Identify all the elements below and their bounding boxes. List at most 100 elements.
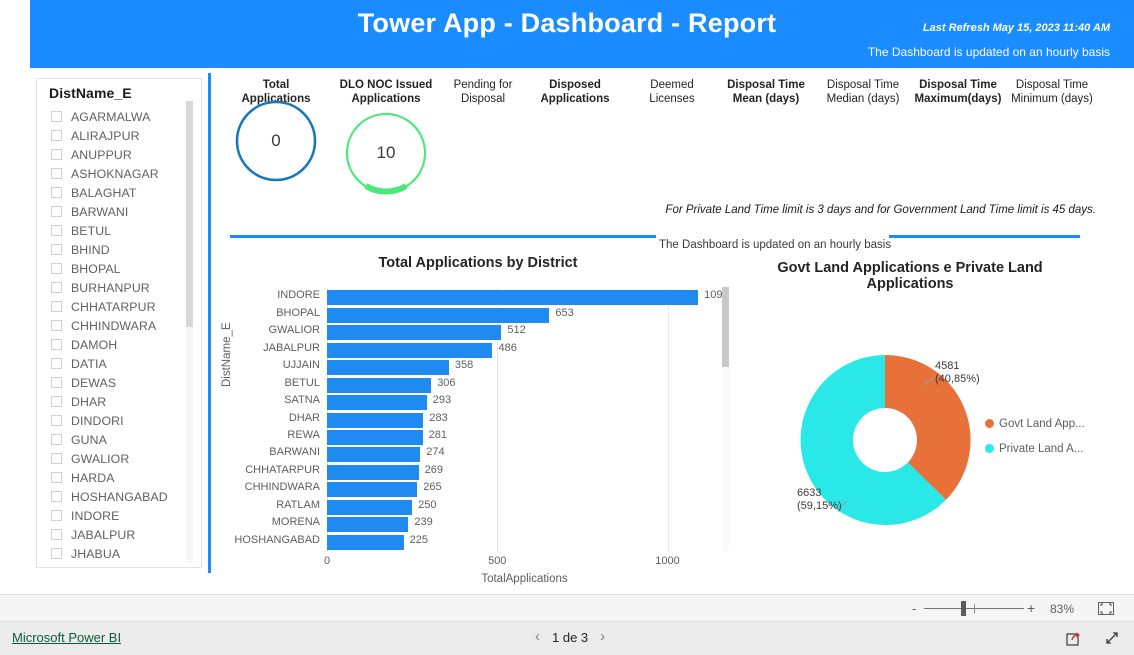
slicer-checkbox[interactable] (51, 548, 62, 559)
slicer-checkbox[interactable] (51, 339, 62, 350)
slicer-item[interactable]: HARDA (37, 468, 201, 487)
fullscreen-icon[interactable] (1104, 630, 1120, 646)
bar[interactable] (327, 447, 421, 463)
fit-to-page-icon[interactable] (1098, 602, 1114, 615)
bar[interactable] (327, 290, 699, 306)
bar[interactable] (327, 412, 424, 428)
slicer-item[interactable]: GUNA (37, 430, 201, 449)
kpi-gauge[interactable]: 10 (343, 110, 429, 196)
bar-chart-row[interactable]: DHAR 283 (289, 412, 722, 428)
zoom-out-button[interactable]: - (912, 601, 916, 616)
slicer-item[interactable]: BURHANPUR (37, 278, 201, 297)
bar-chart-row[interactable]: CHHATARPUR 269 (245, 464, 722, 480)
slicer-checkbox[interactable] (51, 225, 62, 236)
total-applications-by-district-chart[interactable]: Total Applications by District DistName_… (221, 255, 731, 593)
slicer-checkbox[interactable] (51, 529, 62, 540)
slicer-item[interactable]: DEWAS (37, 373, 201, 392)
bar-chart-row[interactable]: UJJAIN 358 (283, 359, 722, 376)
bar-chart-row[interactable]: BARWANI 274 (269, 446, 722, 463)
bar-chart-row[interactable]: GWALIOR 512 (268, 324, 722, 341)
next-page-button[interactable]: › (600, 628, 605, 646)
bar[interactable] (327, 499, 413, 515)
bar[interactable] (327, 360, 449, 376)
slicer-item[interactable]: ANUPPUR (37, 145, 201, 164)
bar[interactable] (327, 517, 409, 533)
govt-vs-private-land-chart[interactable]: Govt Land Applications e Private Land Ap… (735, 255, 1125, 555)
slicer-item[interactable]: BARWANI (37, 202, 201, 221)
share-icon[interactable] (1066, 630, 1082, 646)
slicer-item[interactable]: JHABUA (37, 544, 201, 563)
slicer-checkbox[interactable] (51, 301, 62, 312)
bar[interactable] (327, 325, 502, 341)
bar[interactable] (327, 377, 432, 393)
bar-chart-row[interactable]: CHHINDWARA 265 (245, 481, 722, 498)
slicer-checkbox[interactable] (51, 434, 62, 445)
bar[interactable] (327, 307, 550, 323)
bar-chart-row[interactable]: MORENA 239 (272, 516, 722, 533)
slicer-checkbox[interactable] (51, 320, 62, 331)
bar-chart-row[interactable]: BETUL 306 (285, 377, 722, 393)
slicer-checkbox[interactable] (51, 396, 62, 407)
slicer-item[interactable]: INDORE (37, 506, 201, 525)
slicer-item[interactable]: BALAGHAT (37, 183, 201, 202)
bar[interactable] (327, 464, 419, 480)
slicer-checkbox[interactable] (51, 415, 62, 426)
legend-item[interactable]: Govt Land App... (985, 411, 1085, 436)
microsoft-power-bi-link[interactable]: Microsoft Power BI (12, 630, 121, 645)
bar[interactable] (327, 395, 427, 411)
legend-item[interactable]: Private Land A... (985, 436, 1085, 461)
slicer-checkbox[interactable] (51, 244, 62, 255)
slicer-checkbox[interactable] (51, 168, 62, 179)
bar[interactable] (327, 534, 404, 550)
bar-chart-row[interactable]: REWA 281 (287, 429, 722, 445)
zoom-slider-thumb[interactable] (961, 601, 966, 616)
bar-chart-row[interactable]: BHOPAL 653 (276, 307, 722, 323)
slicer-checkbox[interactable] (51, 187, 62, 198)
slicer-checkbox[interactable] (51, 358, 62, 369)
slicer-item[interactable]: CHHATARPUR (37, 297, 201, 316)
slicer-item[interactable]: DINDORI (37, 411, 201, 430)
slicer-item[interactable]: DAMOH (37, 335, 201, 354)
slicer-checkbox[interactable] (51, 263, 62, 274)
bar-chart-scrollbar-thumb[interactable] (722, 287, 729, 367)
bar-chart-row[interactable]: RATLAM 250 (276, 499, 722, 515)
slicer-checkbox[interactable] (51, 111, 62, 122)
slicer-checkbox[interactable] (51, 149, 62, 160)
slicer-item[interactable]: CHHINDWARA (37, 316, 201, 335)
slicer-item[interactable]: GWALIOR (37, 449, 201, 468)
slicer-checkbox[interactable] (51, 510, 62, 521)
bar[interactable] (327, 429, 423, 445)
previous-page-button[interactable]: ‹ (535, 628, 540, 646)
bar-chart-row[interactable]: SATNA 293 (284, 394, 722, 411)
bar-category-label: GWALIOR (268, 324, 320, 337)
slicer-checkbox[interactable] (51, 377, 62, 388)
bar-chart-row[interactable]: INDORE 1090 (277, 289, 729, 306)
page-navigator[interactable]: ‹ 1 de 3 › (535, 628, 605, 646)
slicer-item[interactable]: ALIRAJPUR (37, 126, 201, 145)
slicer-item-list[interactable]: AGARMALWA ALIRAJPUR ANUPPUR ASHOKNAGAR BALAG… (37, 107, 201, 567)
slicer-item[interactable]: BETUL (37, 221, 201, 240)
slicer-item[interactable]: DHAR (37, 392, 201, 411)
slicer-checkbox[interactable] (51, 282, 62, 293)
slicer-item[interactable]: HOSHANGABAD (37, 487, 201, 506)
slicer-item[interactable]: BHIND (37, 240, 201, 259)
slicer-checkbox[interactable] (51, 472, 62, 483)
slicer-item[interactable]: DATIA (37, 354, 201, 373)
bar-chart-row[interactable]: JABALPUR 486 (263, 342, 722, 358)
slicer-item[interactable]: BHOPAL (37, 259, 201, 278)
slicer-item[interactable]: AGARMALWA (37, 107, 201, 126)
bar-chart-row[interactable]: HOSHANGABAD 225 (234, 534, 722, 550)
slicer-checkbox[interactable] (51, 130, 62, 141)
slicer-checkbox[interactable] (51, 206, 62, 217)
bar[interactable] (327, 342, 493, 358)
slicer-scrollbar-thumb[interactable] (186, 101, 193, 327)
kpi-gauge[interactable]: 0 (233, 98, 319, 184)
slicer-checkbox[interactable] (51, 491, 62, 502)
slicer-item[interactable]: ASHOKNAGAR (37, 164, 201, 183)
slicer-checkbox[interactable] (51, 453, 62, 464)
bar[interactable] (327, 482, 418, 498)
zoom-in-button[interactable]: + (1027, 600, 1035, 616)
donut-legend[interactable]: Govt Land App... Private Land A... (985, 411, 1085, 461)
district-slicer[interactable]: DistName_E AGARMALWA ALIRAJPUR ANUPPUR ASHO… (36, 78, 202, 568)
slicer-item[interactable]: JABALPUR (37, 525, 201, 544)
